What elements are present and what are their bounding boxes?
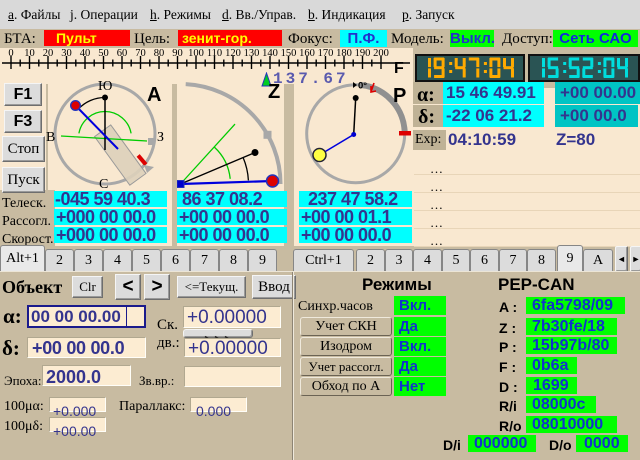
svg-text:150: 150: [281, 48, 297, 59]
svg-text:30: 30: [61, 48, 72, 59]
svg-text:60: 60: [117, 48, 128, 59]
svg-text:10: 10: [24, 48, 35, 59]
svg-text:180: 180: [336, 48, 352, 59]
svg-text:170: 170: [318, 48, 334, 59]
svg-text:190: 190: [355, 48, 371, 59]
svg-text:70: 70: [135, 48, 146, 59]
svg-text:80: 80: [154, 48, 165, 59]
svg-text:Z: Z: [268, 81, 280, 103]
svg-text:110: 110: [207, 48, 222, 59]
svg-text:120: 120: [225, 48, 241, 59]
svg-text:P: P: [393, 85, 406, 107]
svg-text:50: 50: [98, 48, 109, 59]
svg-text:130: 130: [244, 48, 260, 59]
svg-text:A: A: [147, 84, 161, 106]
svg-text:40: 40: [80, 48, 91, 59]
svg-text:200: 200: [373, 48, 389, 59]
svg-text:140: 140: [262, 48, 278, 59]
svg-text:90: 90: [172, 48, 183, 59]
svg-text:0°: 0°: [358, 81, 367, 92]
svg-text:0: 0: [8, 48, 13, 59]
svg-text:100: 100: [188, 48, 204, 59]
svg-text:160: 160: [299, 48, 315, 59]
svg-text:20: 20: [43, 48, 54, 59]
